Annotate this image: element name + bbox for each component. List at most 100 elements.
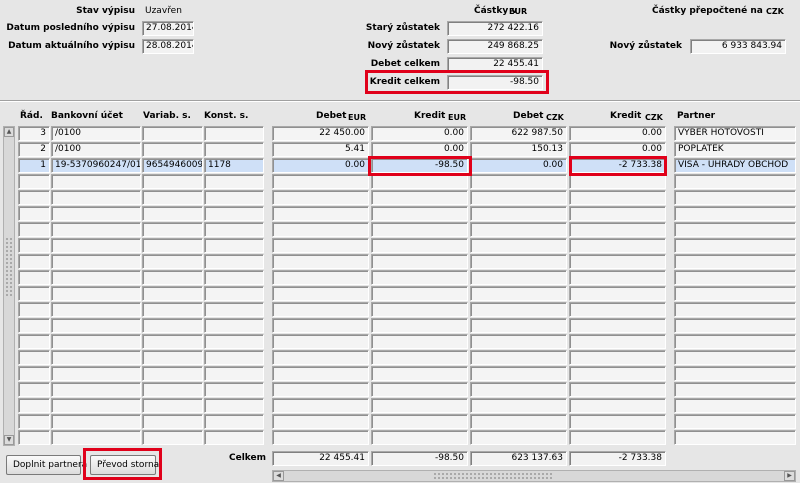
cell-rad[interactable] <box>18 318 50 333</box>
cell-debet-czk[interactable] <box>470 190 567 205</box>
cell-kredit-eur[interactable] <box>371 414 468 429</box>
cell-ucet[interactable] <box>51 286 141 301</box>
cell-ucet[interactable] <box>51 398 141 413</box>
cell-konst[interactable] <box>204 238 264 253</box>
cell-partner[interactable]: POPLATEK <box>674 142 796 157</box>
cell-konst[interactable] <box>204 190 264 205</box>
cell-variab[interactable] <box>142 382 203 397</box>
cell-variab[interactable] <box>142 222 203 237</box>
cell-rad[interactable] <box>18 414 50 429</box>
cell-kredit-eur[interactable] <box>371 430 468 445</box>
cell-debet-czk[interactable] <box>470 350 567 365</box>
cell-ucet[interactable] <box>51 334 141 349</box>
cell-ucet[interactable] <box>51 206 141 221</box>
cell-rad[interactable] <box>18 270 50 285</box>
cell-rad[interactable] <box>18 366 50 381</box>
cell-variab[interactable] <box>142 430 203 445</box>
cell-kredit-czk[interactable] <box>569 366 666 381</box>
cell-debet-czk[interactable] <box>470 174 567 189</box>
cell-ucet[interactable] <box>51 190 141 205</box>
cell-variab[interactable] <box>142 318 203 333</box>
cell-kredit-eur[interactable] <box>371 222 468 237</box>
cell-kredit-czk[interactable] <box>569 382 666 397</box>
table-row-empty[interactable] <box>0 382 800 398</box>
cell-debet-eur[interactable] <box>272 270 369 285</box>
cell-kredit-eur[interactable] <box>371 270 468 285</box>
cell-partner[interactable] <box>674 350 796 365</box>
cell-variab[interactable] <box>142 398 203 413</box>
scroll-right-icon[interactable]: ▶ <box>784 471 795 481</box>
cell-kredit-eur[interactable] <box>371 254 468 269</box>
cell-partner[interactable] <box>674 286 796 301</box>
cell-debet-czk[interactable] <box>470 366 567 381</box>
cell-konst[interactable] <box>204 254 264 269</box>
cell-debet-czk[interactable] <box>470 318 567 333</box>
table-row-empty[interactable] <box>0 190 800 206</box>
cell-partner[interactable]: VISA - UHRADY OBCHOD <box>674 158 796 173</box>
cell-variab[interactable] <box>142 254 203 269</box>
cell-kredit-czk[interactable] <box>569 430 666 445</box>
table-row-empty[interactable] <box>0 270 800 286</box>
cell-kredit-eur[interactable] <box>371 302 468 317</box>
cell-debet-eur[interactable] <box>272 398 369 413</box>
cell-kredit-czk[interactable] <box>569 414 666 429</box>
cell-konst[interactable] <box>204 398 264 413</box>
cell-kredit-czk[interactable]: 0.00 <box>569 126 666 141</box>
cell-kredit-eur[interactable]: 0.00 <box>371 126 468 141</box>
cell-variab[interactable]: 9654946009 <box>142 158 203 173</box>
cell-kredit-czk[interactable] <box>569 238 666 253</box>
cell-debet-czk[interactable] <box>470 222 567 237</box>
cell-variab[interactable] <box>142 270 203 285</box>
cell-kredit-czk[interactable] <box>569 398 666 413</box>
cell-partner[interactable] <box>674 206 796 221</box>
cell-kredit-eur[interactable] <box>371 366 468 381</box>
cell-kredit-eur[interactable] <box>371 238 468 253</box>
cell-kredit-czk[interactable] <box>569 270 666 285</box>
table-row-empty[interactable] <box>0 222 800 238</box>
cell-partner[interactable] <box>674 238 796 253</box>
cell-debet-eur[interactable] <box>272 254 369 269</box>
cell-rad[interactable] <box>18 334 50 349</box>
scroll-left-icon[interactable]: ◀ <box>273 471 284 481</box>
cell-rad[interactable]: 3 <box>18 126 50 141</box>
cell-rad[interactable]: 1 <box>18 158 50 173</box>
cell-debet-eur[interactable] <box>272 206 369 221</box>
cell-konst[interactable] <box>204 382 264 397</box>
cell-debet-eur[interactable] <box>272 414 369 429</box>
cell-konst[interactable] <box>204 414 264 429</box>
table-row-empty[interactable] <box>0 366 800 382</box>
cell-partner[interactable] <box>674 270 796 285</box>
cell-rad[interactable] <box>18 222 50 237</box>
cell-debet-eur[interactable] <box>272 382 369 397</box>
cell-debet-czk[interactable] <box>470 334 567 349</box>
cell-ucet[interactable] <box>51 270 141 285</box>
cell-debet-czk[interactable] <box>470 398 567 413</box>
cell-partner[interactable] <box>674 366 796 381</box>
cell-partner[interactable] <box>674 430 796 445</box>
cell-debet-eur[interactable]: 5.41 <box>272 142 369 157</box>
cell-debet-czk[interactable] <box>470 270 567 285</box>
cell-konst[interactable] <box>204 318 264 333</box>
cell-kredit-eur[interactable] <box>371 334 468 349</box>
cell-kredit-czk[interactable] <box>569 206 666 221</box>
scroll-h-thumb[interactable] <box>433 472 553 480</box>
cell-partner[interactable] <box>674 254 796 269</box>
cell-kredit-czk[interactable] <box>569 318 666 333</box>
table-row-empty[interactable] <box>0 254 800 270</box>
cell-ucet[interactable] <box>51 414 141 429</box>
cell-variab[interactable] <box>142 350 203 365</box>
cell-debet-czk[interactable] <box>470 286 567 301</box>
cell-debet-eur[interactable] <box>272 174 369 189</box>
cell-partner[interactable] <box>674 334 796 349</box>
cell-rad[interactable] <box>18 430 50 445</box>
table-row-empty[interactable] <box>0 414 800 430</box>
cell-debet-eur[interactable] <box>272 366 369 381</box>
cell-ucet[interactable] <box>51 174 141 189</box>
cell-ucet[interactable] <box>51 366 141 381</box>
cell-debet-eur[interactable] <box>272 350 369 365</box>
cell-konst[interactable] <box>204 302 264 317</box>
cell-debet-czk[interactable]: 622 987.50 <box>470 126 567 141</box>
cell-kredit-czk[interactable] <box>569 190 666 205</box>
table-row-empty[interactable] <box>0 350 800 366</box>
table-row-empty[interactable] <box>0 318 800 334</box>
